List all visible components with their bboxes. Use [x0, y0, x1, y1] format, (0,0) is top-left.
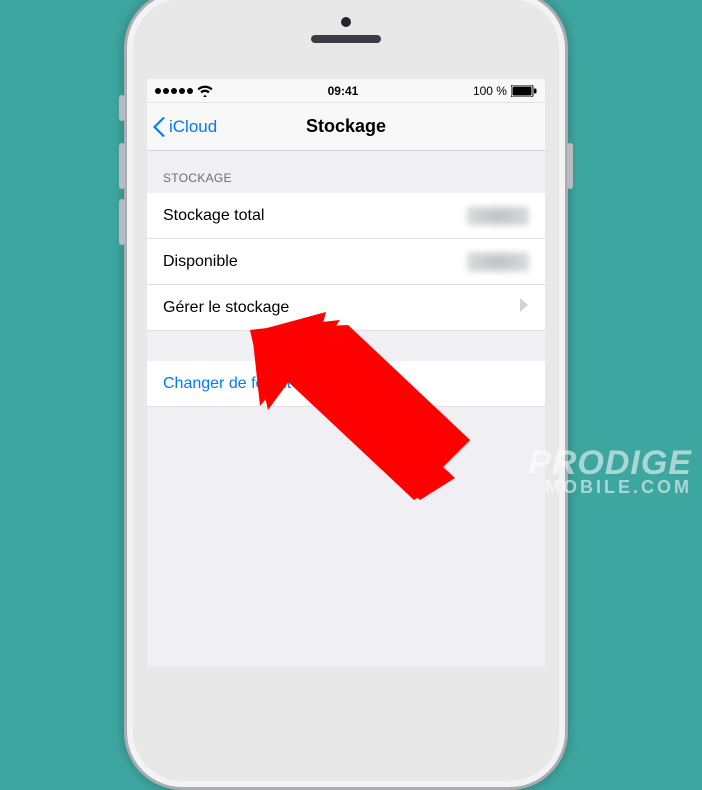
chevron-right-icon	[519, 298, 529, 317]
row-value-blurred	[467, 252, 529, 272]
status-left	[155, 85, 213, 97]
settings-content: STOCKAGE Stockage total Disponible Gérer…	[147, 151, 545, 407]
status-bar: 09:41 100 %	[147, 79, 545, 103]
row-available-storage[interactable]: Disponible	[147, 239, 545, 285]
volume-down-button	[119, 199, 125, 245]
power-button	[567, 143, 573, 189]
row-change-storage-plan[interactable]: Changer de forfait de stockage	[147, 361, 545, 407]
section-header-storage: STOCKAGE	[147, 151, 545, 193]
nav-header: iCloud Stockage	[147, 103, 545, 151]
battery-icon	[511, 85, 537, 97]
watermark-line-2: MOBILE.COM	[528, 479, 692, 496]
battery-percent: 100 %	[473, 84, 507, 98]
screen: 09:41 100 % iCloud Stockage STOCKAGE S	[147, 79, 545, 667]
back-chevron-icon	[153, 117, 167, 137]
signal-dots-icon	[155, 88, 193, 94]
earpiece-speaker	[311, 35, 381, 43]
row-value-blurred	[467, 206, 529, 226]
back-label: iCloud	[169, 117, 217, 137]
page-title: Stockage	[306, 116, 386, 137]
status-right: 100 %	[473, 84, 537, 98]
silence-switch	[119, 95, 125, 121]
row-total-storage[interactable]: Stockage total	[147, 193, 545, 239]
section-gap	[147, 331, 545, 361]
watermark-line-1: PRODIGE	[528, 447, 692, 479]
wifi-icon	[197, 85, 213, 97]
row-label: Stockage total	[163, 207, 264, 225]
status-time: 09:41	[328, 84, 359, 98]
back-button[interactable]: iCloud	[153, 103, 217, 150]
row-manage-storage[interactable]: Gérer le stockage	[147, 285, 545, 331]
iphone-frame: 09:41 100 % iCloud Stockage STOCKAGE S	[124, 0, 568, 790]
row-label: Changer de forfait de stockage	[163, 375, 382, 393]
front-camera	[341, 17, 351, 27]
row-label: Disponible	[163, 253, 238, 271]
volume-up-button	[119, 143, 125, 189]
watermark: PRODIGE MOBILE.COM	[528, 447, 692, 496]
row-label: Gérer le stockage	[163, 299, 289, 317]
